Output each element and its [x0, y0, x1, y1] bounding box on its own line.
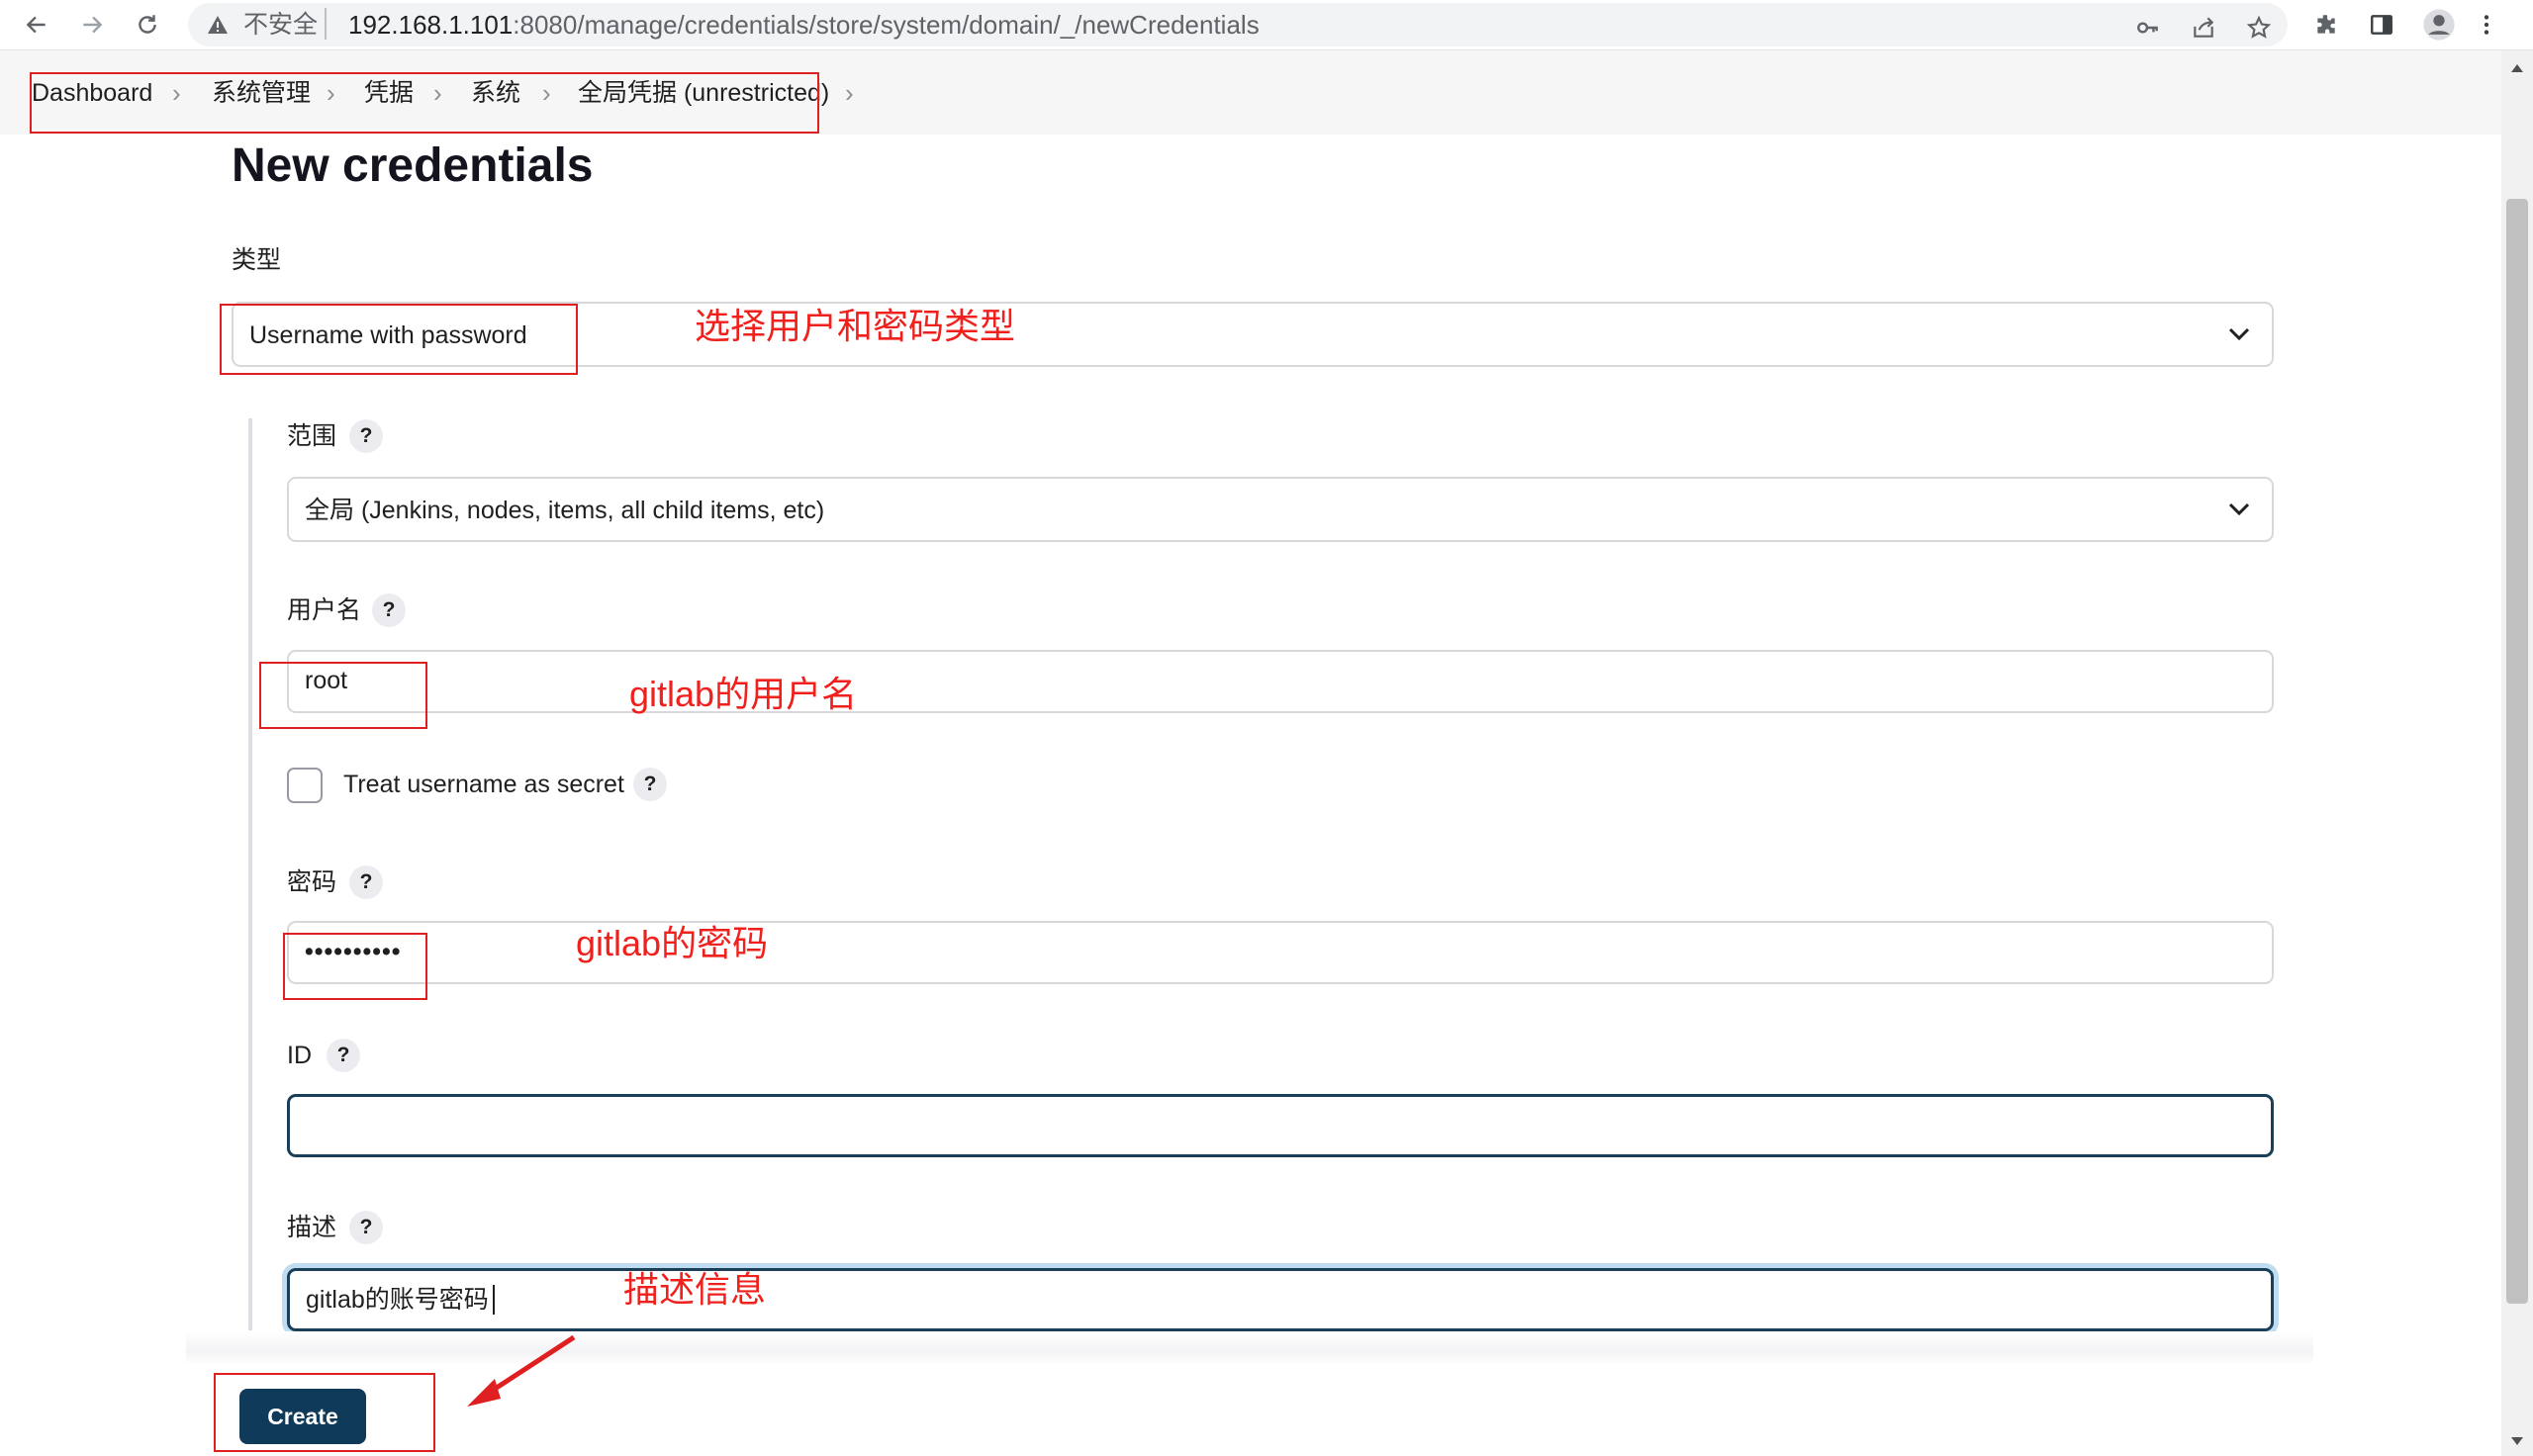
menu-icon[interactable] [2474, 4, 2499, 46]
username-secret-label[interactable]: Treat username as secret [343, 770, 624, 799]
username-input[interactable]: root [287, 650, 2274, 713]
description-help-icon[interactable]: ? [349, 1211, 383, 1244]
scope-selected-value: 全局 (Jenkins, nodes, items, all child ite… [305, 497, 825, 524]
username-label: 用户名 [287, 596, 362, 624]
scope-help-icon[interactable]: ? [349, 419, 383, 453]
back-arrow-icon[interactable] [16, 4, 57, 46]
chevron-down-icon[interactable] [2226, 497, 2252, 522]
password-label: 密码 [287, 868, 337, 896]
description-label: 描述 [287, 1214, 337, 1241]
text-caret [493, 1285, 495, 1315]
key-icon[interactable] [2127, 7, 2169, 48]
reload-icon[interactable] [127, 4, 168, 46]
extension-icon[interactable] [2305, 4, 2347, 46]
annotation-box-password [283, 933, 427, 1000]
kind-label: 类型 [232, 246, 282, 274]
annotation-box-breadcrumb [30, 72, 819, 134]
username-secret-help-icon[interactable]: ? [633, 768, 667, 801]
nested-section-rule [248, 418, 252, 1330]
url-host: 192.168.1.101 [348, 10, 514, 40]
annotation-kind-note: 选择用户和密码类型 [695, 306, 1016, 346]
url-path: :8080/manage/credentials/store/system/do… [513, 10, 1260, 40]
id-help-icon[interactable]: ? [327, 1039, 360, 1072]
scope-select[interactable]: 全局 (Jenkins, nodes, items, all child ite… [287, 477, 2274, 542]
url-divider [325, 8, 327, 40]
description-input[interactable]: gitlab的账号密码 [287, 1268, 2274, 1331]
scroll-down-icon[interactable] [2509, 1435, 2525, 1447]
annotation-username-note: gitlab的用户名 [629, 674, 858, 714]
username-secret-checkbox[interactable] [287, 768, 323, 803]
annotation-password-note: gitlab的密码 [576, 923, 769, 963]
id-input[interactable] [287, 1094, 2274, 1157]
star-icon[interactable] [2238, 7, 2280, 48]
chevron-right-icon[interactable]: › [845, 78, 854, 108]
scrollbar-thumb[interactable] [2506, 199, 2528, 1304]
forward-arrow-icon[interactable] [71, 4, 113, 46]
scrollbar[interactable] [2501, 50, 2533, 1456]
annotation-arrow-icon [467, 1334, 576, 1407]
annotation-box-username [259, 662, 427, 729]
side-panel-icon[interactable] [2361, 4, 2402, 46]
share-icon[interactable] [2183, 7, 2224, 48]
page-title: New credentials [232, 139, 594, 192]
annotation-box-create [214, 1373, 435, 1452]
annotation-box-kind [220, 304, 578, 375]
profile-icon[interactable] [2418, 4, 2460, 46]
id-label: ID [287, 1042, 312, 1069]
url-text[interactable]: 192.168.1.101:8080/manage/credentials/st… [348, 9, 1260, 41]
warning-icon[interactable] [204, 11, 232, 39]
browser-toolbar: 不安全 192.168.1.101:8080/manage/credential… [0, 0, 2533, 50]
address-bar[interactable]: 不安全 192.168.1.101:8080/manage/credential… [188, 3, 2288, 46]
breadcrumb: Dashboard › 系统管理 › 凭据 › 系统 › 全局凭据 (unres… [0, 50, 2501, 135]
scroll-up-icon[interactable] [2509, 62, 2525, 74]
password-help-icon[interactable]: ? [349, 865, 383, 899]
insecure-label[interactable]: 不安全 [243, 10, 318, 40]
chevron-down-icon[interactable] [2226, 321, 2252, 347]
username-help-icon[interactable]: ? [372, 593, 406, 627]
description-value: gitlab的账号密码 [306, 1286, 489, 1314]
scope-label: 范围 [287, 422, 337, 450]
annotation-description-note: 描述信息 [623, 1269, 767, 1310]
